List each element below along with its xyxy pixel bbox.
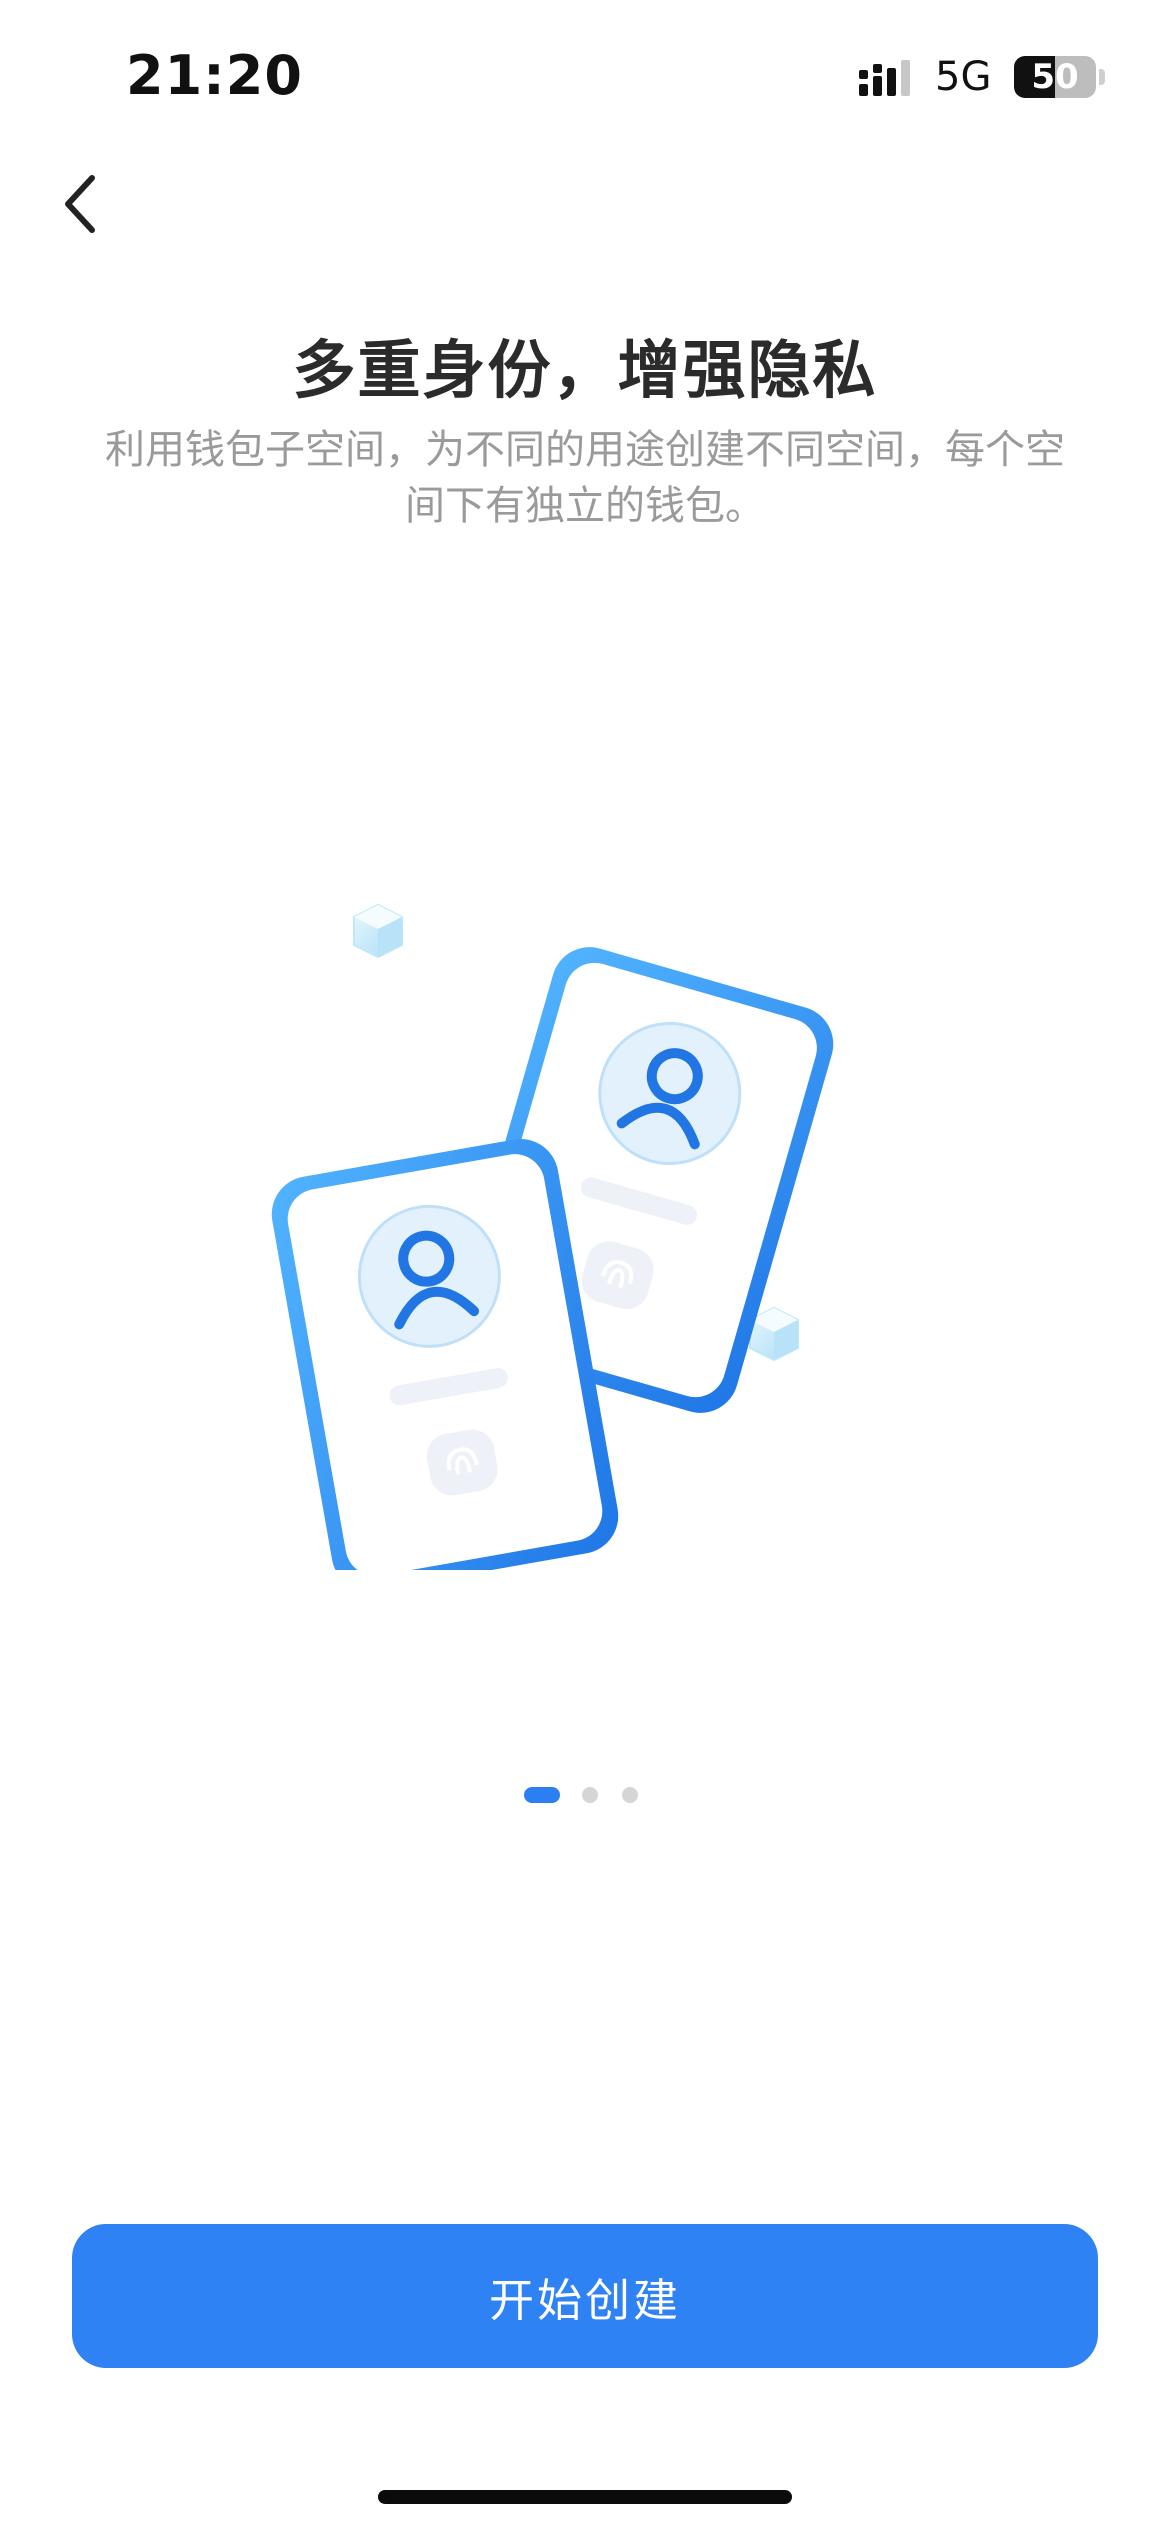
onboarding-illustration (271, 903, 834, 1570)
cube-icon (353, 903, 403, 959)
battery-tip (1099, 69, 1105, 85)
battery-level: 50 (1031, 57, 1079, 97)
start-create-button[interactable]: 开始创建 (72, 2224, 1098, 2368)
page-dot-2[interactable] (582, 1787, 598, 1803)
signal-bars-icon (859, 60, 910, 96)
page-indicator (524, 1787, 654, 1803)
status-bar: 21:20 5G 50 (0, 0, 1170, 150)
page-dot-3[interactable] (622, 1787, 638, 1803)
chevron-left-icon (65, 175, 95, 233)
home-indicator (378, 2490, 792, 2504)
status-time: 21:20 (126, 44, 303, 107)
page-dot-1[interactable] (524, 1787, 560, 1803)
page-title: 多重身份，增强隐私 (292, 334, 878, 407)
cube-icon (749, 1306, 799, 1362)
battery-icon: 50 (1014, 56, 1096, 98)
page-subtitle: 利用钱包子空间，为不同的用途创建不同空间，每个空间下有独立的钱包。 (105, 427, 1065, 529)
network-type: 5G (935, 54, 992, 100)
back-button[interactable] (46, 164, 126, 244)
